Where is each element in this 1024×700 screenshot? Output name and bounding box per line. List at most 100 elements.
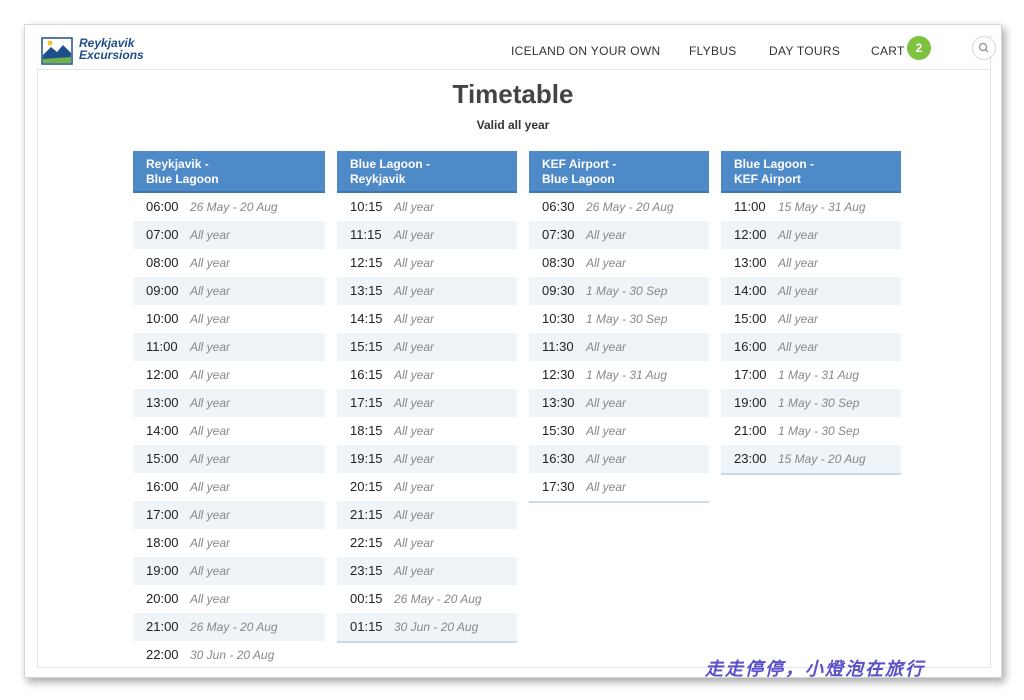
validity-period: All year [394, 480, 435, 494]
timetable-row: 22:00 30 Jun - 20 Aug [133, 641, 325, 669]
departure-time: 20:15 [350, 479, 383, 494]
column-header-line: Reykjavik [350, 172, 406, 186]
validity-period: All year [190, 564, 231, 578]
departure-time: 10:30 [542, 311, 575, 326]
departure-time: 22:15 [350, 535, 383, 550]
validity-period: All year [190, 508, 231, 522]
validity-period: 1 May - 30 Sep [778, 396, 860, 410]
timetable-row: 15:30 All year [529, 417, 709, 445]
departure-time: 07:00 [146, 227, 179, 242]
departure-time: 06:00 [146, 199, 179, 214]
validity-period: 1 May - 31 Aug [778, 368, 859, 382]
timetable-row: 13:30 All year [529, 389, 709, 417]
departure-time: 14:00 [146, 423, 179, 438]
departure-time: 15:15 [350, 339, 383, 354]
validity-period: All year [190, 284, 231, 298]
validity-period: All year [190, 592, 231, 606]
validity-period: 1 May - 30 Sep [586, 284, 668, 298]
timetable-row: 19:15 All year [337, 445, 517, 473]
departure-time: 23:00 [734, 451, 767, 466]
timetable-row: 10:30 1 May - 30 Sep [529, 305, 709, 333]
validity-period: 30 Jun - 20 Aug [190, 648, 275, 662]
validity-period: All year [190, 228, 231, 242]
validity-period: All year [586, 480, 627, 494]
departure-time: 06:30 [542, 199, 575, 214]
column-end-line [721, 473, 901, 475]
departure-time: 14:00 [734, 283, 767, 298]
validity-period: All year [586, 396, 627, 410]
validity-period: All year [586, 256, 627, 270]
validity-period: 26 May - 20 Aug [190, 200, 278, 214]
timetable-row: 19:00 All year [133, 557, 325, 585]
top-navbar: Reykjavik Excursions ICELAND ON YOUR OWN… [37, 35, 996, 70]
timetable-row: 07:30 All year [529, 221, 709, 249]
departure-time: 17:00 [146, 507, 179, 522]
column-end-line [529, 501, 709, 503]
validity-period: All year [394, 536, 435, 550]
timetable-row: 10:00 All year [133, 305, 325, 333]
departure-time: 11:30 [542, 339, 574, 354]
validity-period: All year [394, 340, 435, 354]
validity-period: All year [190, 424, 231, 438]
departure-time: 18:00 [146, 535, 179, 550]
validity-period: 1 May - 31 Aug [586, 368, 667, 382]
departure-time: 19:00 [734, 395, 767, 410]
timetable-row: 13:00 All year [133, 389, 325, 417]
timetable-column-kef-blue-lagoon: KEF Airport - Blue Lagoon 06:30 26 May - 20… [529, 151, 709, 503]
departure-time: 15:00 [734, 311, 767, 326]
validity-period: All year [190, 368, 231, 382]
nav-flybus[interactable]: FLYBUS [689, 44, 737, 58]
validity-period: All year [190, 396, 231, 410]
departure-time: 09:30 [542, 283, 575, 298]
timetable-row: 20:00 All year [133, 585, 325, 613]
validity-period: 1 May - 30 Sep [778, 424, 860, 438]
validity-period: 15 May - 20 Aug [778, 452, 866, 466]
departure-time: 10:00 [146, 311, 179, 326]
cart-count-badge[interactable]: 2 [907, 36, 931, 60]
validity-period: All year [778, 228, 819, 242]
column-header-line: Blue Lagoon [146, 172, 219, 186]
validity-period: All year [394, 312, 435, 326]
timetable-row: 12:00 All year [721, 221, 901, 249]
logo-line-2: Excursions [79, 48, 144, 62]
timetable-row: 00:15 26 May - 20 Aug [337, 585, 517, 613]
departure-time: 11:00 [146, 339, 178, 354]
departure-time: 11:15 [350, 227, 382, 242]
validity-period: All year [394, 256, 435, 270]
timetable-row: 01:15 30 Jun - 20 Aug [337, 613, 517, 641]
validity-period: All year [394, 564, 435, 578]
column-header-line: KEF Airport [734, 172, 801, 186]
timetable-row: 17:30 All year [529, 473, 709, 501]
timetable-row: 13:15 All year [337, 277, 517, 305]
timetable-row: 12:30 1 May - 31 Aug [529, 361, 709, 389]
departure-time: 21:00 [146, 619, 179, 634]
timetable-row: 17:15 All year [337, 389, 517, 417]
watermark-text: 走走停停，小燈泡在旅行 [705, 659, 925, 678]
departure-time: 01:15 [350, 619, 383, 634]
timetable-row: 06:30 26 May - 20 Aug [529, 193, 709, 221]
validity-period: All year [190, 536, 231, 550]
timetable-row: 11:30 All year [529, 333, 709, 361]
validity-period: 26 May - 20 Aug [394, 592, 482, 606]
nav-iceland-on-your-own[interactable]: ICELAND ON YOUR OWN [511, 44, 661, 58]
search-button[interactable] [972, 36, 996, 60]
nav-day-tours[interactable]: DAY TOURS [769, 44, 840, 58]
validity-period: All year [394, 452, 435, 466]
departure-time: 15:30 [542, 423, 575, 438]
timetable-row: 19:00 1 May - 30 Sep [721, 389, 901, 417]
site-logo[interactable]: Reykjavik Excursions [41, 37, 151, 65]
timetable-row: 23:00 15 May - 20 Aug [721, 445, 901, 473]
logo-mark-icon [41, 37, 73, 65]
departure-time: 11:00 [734, 199, 766, 214]
departure-time: 12:15 [350, 255, 383, 270]
validity-period: All year [394, 284, 435, 298]
departure-time: 19:15 [350, 451, 383, 466]
timetable-row: 16:15 All year [337, 361, 517, 389]
departure-time: 09:00 [146, 283, 179, 298]
nav-cart[interactable]: CART [871, 44, 905, 58]
departure-time: 12:30 [542, 367, 575, 382]
column-header-line: KEF Airport - [542, 157, 617, 171]
validity-period: All year [394, 396, 435, 410]
column-header-line: Blue Lagoon [542, 172, 615, 186]
departure-time: 20:00 [146, 591, 179, 606]
